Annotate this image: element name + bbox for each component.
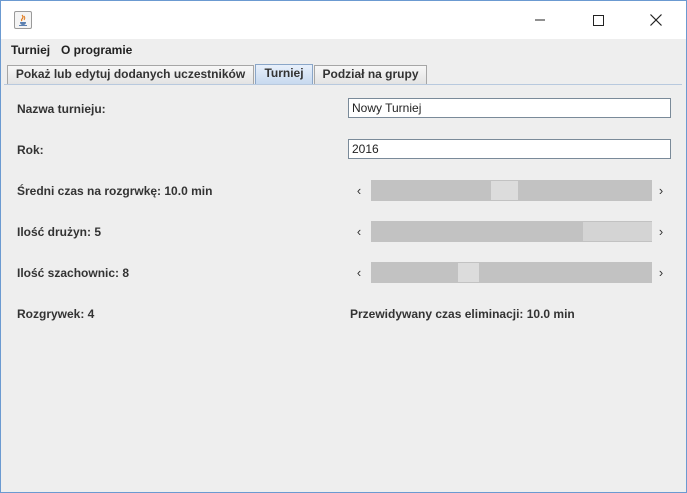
tab-tournament[interactable]: Turniej xyxy=(255,64,313,84)
average-time-slider[interactable]: ‹ › xyxy=(349,180,671,201)
year-label: Rok: xyxy=(17,143,44,157)
maximize-icon xyxy=(592,14,604,26)
slider-track[interactable] xyxy=(371,262,652,283)
minimize-icon xyxy=(535,19,545,21)
boards-count-label: Ilość szachownic: 8 xyxy=(17,266,130,280)
java-coffee-cup-icon[interactable] xyxy=(14,11,32,29)
teams-count-slider[interactable]: ‹ › xyxy=(349,221,671,242)
year-input[interactable] xyxy=(348,139,671,159)
slider-track[interactable] xyxy=(371,180,652,201)
chevron-left-icon[interactable]: ‹ xyxy=(349,180,369,201)
menu-o-programie[interactable]: O programie xyxy=(61,43,132,57)
slider-thumb[interactable] xyxy=(583,222,652,241)
slider-track[interactable] xyxy=(371,221,652,242)
maximize-button[interactable] xyxy=(575,1,621,39)
chevron-right-icon[interactable]: › xyxy=(651,221,671,242)
chevron-right-icon[interactable]: › xyxy=(651,180,671,201)
boards-count-slider[interactable]: ‹ › xyxy=(349,262,671,283)
menu-turniej[interactable]: Turniej xyxy=(11,43,50,57)
title-bar[interactable] xyxy=(1,1,686,39)
slider-thumb[interactable] xyxy=(491,181,518,200)
chevron-right-icon[interactable]: › xyxy=(651,262,671,283)
tab-groups[interactable]: Podział na grupy xyxy=(314,65,427,84)
close-icon xyxy=(650,14,662,26)
tournament-name-label: Nazwa turnieju: xyxy=(17,102,106,116)
tab-participants[interactable]: Pokaż lub edytuj dodanych uczestników xyxy=(7,65,254,84)
slider-thumb[interactable] xyxy=(458,263,479,282)
elimination-time-label: Przewidywany czas eliminacji: 10.0 min xyxy=(350,307,575,321)
chevron-left-icon[interactable]: ‹ xyxy=(349,262,369,283)
tab-strip-divider xyxy=(4,84,682,85)
tournament-name-input[interactable] xyxy=(348,98,671,118)
chevron-left-icon[interactable]: ‹ xyxy=(349,221,369,242)
minimize-button[interactable] xyxy=(517,1,563,39)
teams-count-label: Ilość drużyn: 5 xyxy=(17,225,102,239)
app-window: Turniej O programie Pokaż lub edytuj dod… xyxy=(0,0,687,493)
close-button[interactable] xyxy=(633,1,679,39)
menu-bar: Turniej O programie xyxy=(1,39,686,61)
average-time-label: Średni czas na rozgrwkę: 10.0 min xyxy=(17,184,213,198)
games-count-label: Rozgrywek: 4 xyxy=(17,307,95,321)
